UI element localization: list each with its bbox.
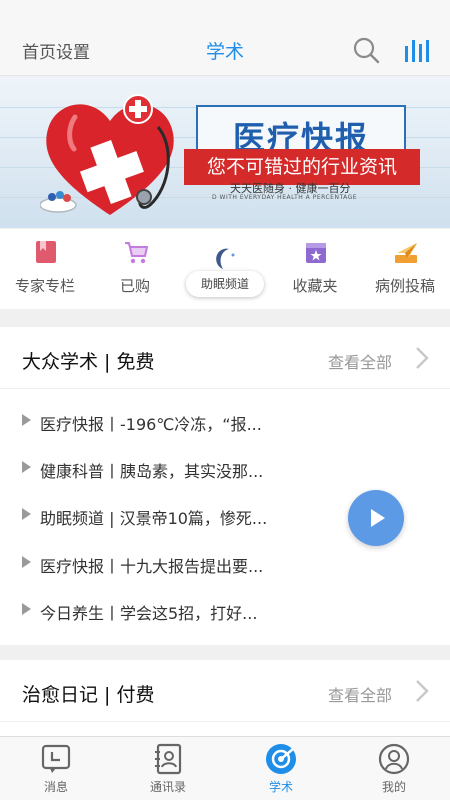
list-item-title: 医疗快报丨-196℃冷冻，“报... [40, 415, 262, 434]
shortcut-purchased[interactable]: 已购 [90, 229, 180, 309]
list-item-title: 助眠频道 | 汉景帝10篇，惨死... [40, 509, 268, 528]
section-title: 治愈日记 | 付费 [22, 684, 155, 706]
heart-stethoscope-image [40, 94, 174, 215]
shortcut-label: 已购 [119, 277, 150, 295]
list-item-title: 今日养生丨学会这5招，打好... [40, 604, 258, 623]
shortcut-label: 收藏夹 [292, 277, 338, 295]
view-all-link[interactable]: 查看全部 [328, 349, 392, 373]
tab-academic[interactable]: 学术 [225, 737, 337, 800]
list-item[interactable]: 医疗快报丨-196℃冷冻，“报... [0, 398, 450, 445]
list-item[interactable]: 今日养生丨学会这5招，打好... [0, 587, 450, 634]
bars-icon[interactable] [404, 38, 430, 64]
tab-label: 我的 [381, 780, 406, 794]
triangle-bullet-icon [22, 603, 31, 615]
list-item-title: 健康科普丨胰岛素，其实没那... [40, 462, 264, 481]
tab-messages[interactable]: 消息 [0, 737, 112, 800]
tab-label: 学术 [268, 780, 293, 794]
shortcut-label: 助眠频道 [186, 271, 264, 297]
chevron-right-icon[interactable] [414, 345, 430, 371]
play-icon [371, 509, 385, 527]
star-folder-icon [306, 243, 326, 263]
academic-icon [266, 744, 296, 774]
triangle-bullet-icon [22, 556, 31, 568]
book-icon [36, 241, 56, 263]
banner-motto-en: D WITH EVERYDAY HEALTH A PERCENTAGE [212, 194, 358, 201]
triangle-bullet-icon [22, 414, 31, 426]
section-title: 大众学术 | 免费 [22, 351, 155, 373]
tab-profile[interactable]: 我的 [338, 737, 450, 800]
triangle-bullet-icon [22, 508, 31, 520]
shortcut-label: 病例投稿 [374, 277, 435, 295]
section-free-academic: 大众学术 | 免费 查看全部 医疗快报丨-196℃冷冻，“报... 健康科普丨胰… [0, 327, 450, 645]
play-button[interactable] [348, 490, 404, 546]
moon-icon [216, 248, 235, 269]
shortcut-row: 专家专栏 已购 助眠频道 收藏夹 病例投稿 [0, 229, 450, 309]
section-header: 治愈日记 | 付费 查看全部 [0, 660, 450, 722]
shortcut-label: 专家专栏 [14, 277, 75, 295]
cart-icon [125, 242, 148, 264]
contacts-icon [155, 743, 182, 775]
shortcut-case-submission[interactable]: 病例投稿 [360, 229, 450, 309]
search-icon[interactable] [352, 36, 380, 64]
triangle-bullet-icon [22, 461, 31, 473]
tab-contacts[interactable]: 通讯录 [112, 737, 224, 800]
profile-icon [378, 743, 410, 775]
tab-label: 消息 [43, 780, 68, 794]
shortcut-favorites[interactable]: 收藏夹 [270, 229, 360, 309]
section-header: 大众学术 | 免费 查看全部 [0, 327, 450, 389]
top-bar: 首页设置 学术 [0, 0, 450, 76]
page-title: 学术 [205, 41, 244, 63]
paper-plane-icon [395, 243, 417, 263]
section-healing-diary: 治愈日记 | 付费 查看全部 [0, 660, 450, 736]
tab-label: 通讯录 [149, 780, 186, 794]
message-icon [41, 744, 71, 773]
bottom-tab-bar: 消息 通讯录 学术 我的 [0, 736, 450, 800]
shortcut-expert-column[interactable]: 专家专栏 [0, 229, 90, 309]
banner[interactable]: 医疗快报 您不可错过的行业资讯 天天医随身 · 健康一百分 D WITH EVE… [0, 77, 450, 228]
list-item-title: 医疗快报丨十九大报告提出要... [40, 557, 264, 576]
list-item[interactable]: 医疗快报丨十九大报告提出要... [0, 540, 450, 587]
list-item[interactable]: 健康科普丨胰岛素，其实没那... [0, 445, 450, 492]
shortcut-sleep-channel[interactable]: 助眠频道 [180, 229, 270, 309]
view-all-link[interactable]: 查看全部 [328, 682, 392, 706]
chevron-right-icon[interactable] [414, 678, 430, 704]
